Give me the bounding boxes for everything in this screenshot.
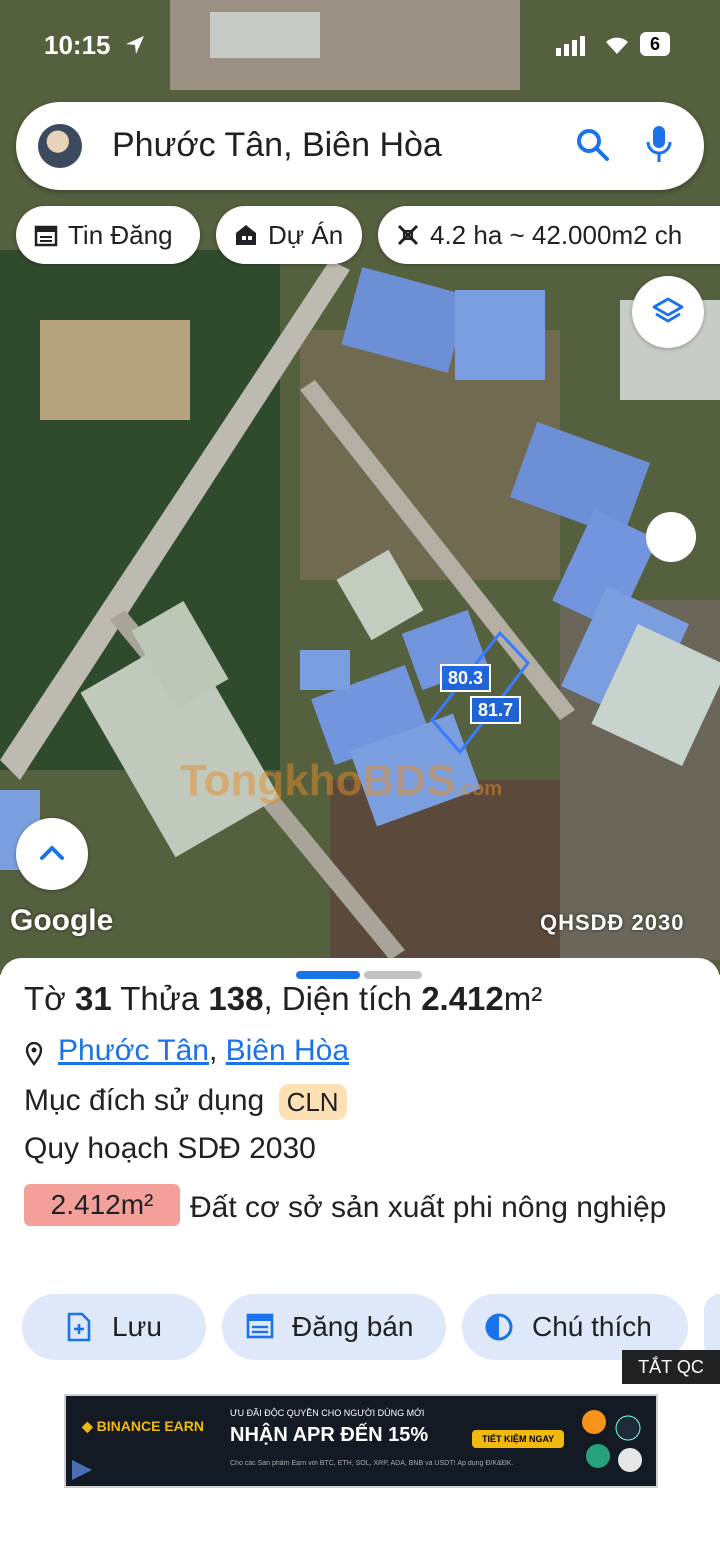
plan-label: Quy hoạch SDĐ 2030: [24, 1132, 316, 1165]
ruler-icon: [397, 224, 419, 246]
purpose-label: Mục đích sử dụng: [24, 1084, 265, 1117]
building-icon: [236, 225, 256, 245]
chip-du-an[interactable]: Dự Án: [216, 206, 362, 264]
filter-chips: Tin Đăng Dự Án 4.2 ha ~ 42.000m2 ch: [16, 206, 720, 264]
search-bar[interactable]: Phước Tân, Biên Hòa: [16, 102, 704, 190]
title-mid: Thửa: [111, 980, 209, 1017]
chip-label: Tin Đăng: [68, 220, 173, 250]
measure-label-2: 81.7: [470, 696, 522, 724]
location-arrow-icon: [126, 36, 144, 54]
battery-icon: 6: [640, 32, 670, 56]
search-input[interactable]: Phước Tân, Biên Hòa: [112, 126, 442, 165]
layer-label: QHSDĐ 2030: [540, 910, 685, 935]
ad-brand: ◆ BINANCE EARN: [82, 1418, 204, 1434]
calendar-icon: [246, 1313, 274, 1339]
parcel-area: 2.412: [421, 980, 504, 1017]
layers-icon: [652, 297, 684, 323]
ad-headline: NHẬN APR ĐẾN 15%: [230, 1424, 429, 1446]
watermark-sub: .com: [455, 778, 503, 800]
parcel-number: 138: [208, 980, 264, 1017]
ward-link[interactable]: Phước Tân: [58, 1034, 209, 1067]
address-separator: ,: [208, 1034, 218, 1067]
purpose-code-badge: CLN: [278, 1084, 347, 1121]
chip-tin-dang[interactable]: Tin Đăng: [16, 206, 200, 264]
wifi-icon: [606, 37, 628, 54]
ad-cta-button[interactable]: TIẾT KIỆM NGAY: [472, 1430, 565, 1448]
ad-small-text: ƯU ĐÃI ĐỘC QUYỀN CHO NGƯỜI DÙNG MỚI: [230, 1408, 425, 1418]
chip-label: Dự Án: [268, 220, 344, 250]
sheet-number: 31: [74, 980, 112, 1017]
expand-button[interactable]: [16, 818, 88, 890]
close-ad-button[interactable]: TẮT QC: [622, 1350, 720, 1384]
post-sale-label: Đăng bán: [292, 1311, 414, 1342]
location-pin-icon: [25, 1042, 43, 1066]
ad-banner[interactable]: ◆ BINANCE EARN ƯU ĐÃI ĐỘC QUYỀN CHO NGƯỜ…: [64, 1394, 658, 1488]
layers-button[interactable]: [632, 276, 704, 348]
status-bar: 10:15 6: [0, 28, 720, 68]
crypto-coins-icon: [582, 1410, 642, 1472]
chip-area[interactable]: 4.2 ha ~ 42.000m2 ch: [378, 206, 720, 264]
title-area-label: , Diện tích: [263, 980, 422, 1017]
chip-label: 4.2 ha ~ 42.000m2 ch: [430, 220, 683, 250]
watermark-label: TongkhoBDS: [180, 756, 456, 805]
plan-use-text: Đất cơ sở sản xuất phi nông nghiệp: [190, 1191, 667, 1224]
signal-icon: [556, 36, 585, 56]
plan-area-badge: 2.412m²: [24, 1184, 180, 1226]
city-link[interactable]: Biên Hòa: [226, 1034, 349, 1067]
save-label: Lưu: [112, 1311, 162, 1342]
measure-label-1: 80.3: [440, 664, 492, 692]
avatar[interactable]: [38, 124, 82, 168]
land-use-purpose: Mục đích sử dụng CLN: [24, 1084, 347, 1121]
save-button[interactable]: Lưu: [22, 1294, 206, 1360]
mic-icon[interactable]: [644, 124, 674, 166]
title-prefix: Tờ: [24, 980, 75, 1017]
action-buttons: Lưu Đăng bán Chú thích: [0, 1294, 720, 1362]
calendar-icon: [34, 225, 58, 247]
chevron-up-icon: [40, 846, 64, 860]
watermark-text: TongkhoBDS.com: [180, 756, 502, 806]
pager-dot: [364, 971, 422, 979]
file-add-icon: [67, 1312, 91, 1342]
google-attribution: Google: [10, 904, 114, 937]
area-unit: m²: [503, 980, 543, 1017]
pager-dot-active: [296, 971, 360, 979]
map-view[interactable]: TongkhoBDS.com 80.3 81.7 10:15 6 Phước T…: [0, 0, 720, 975]
ad-brand-label: BINANCE EARN: [96, 1418, 204, 1434]
search-icon[interactable]: [574, 126, 612, 164]
parcel-title: Tờ 31 Thửa 138, Diện tích 2.412m²: [24, 980, 542, 1018]
status-time: 10:15: [44, 30, 111, 60]
parcel-info-sheet[interactable]: Tờ 31 Thửa 138, Diện tích 2.412m² Phước …: [0, 958, 720, 1559]
map-handle[interactable]: [646, 512, 696, 562]
post-sale-button[interactable]: Đăng bán: [222, 1294, 446, 1360]
adchoices-icon[interactable]: [66, 1454, 102, 1484]
contrast-icon: [485, 1313, 513, 1341]
ad-fine-print: Cho các Sản phẩm Earn với BTC, ETH, SOL,…: [230, 1460, 514, 1467]
